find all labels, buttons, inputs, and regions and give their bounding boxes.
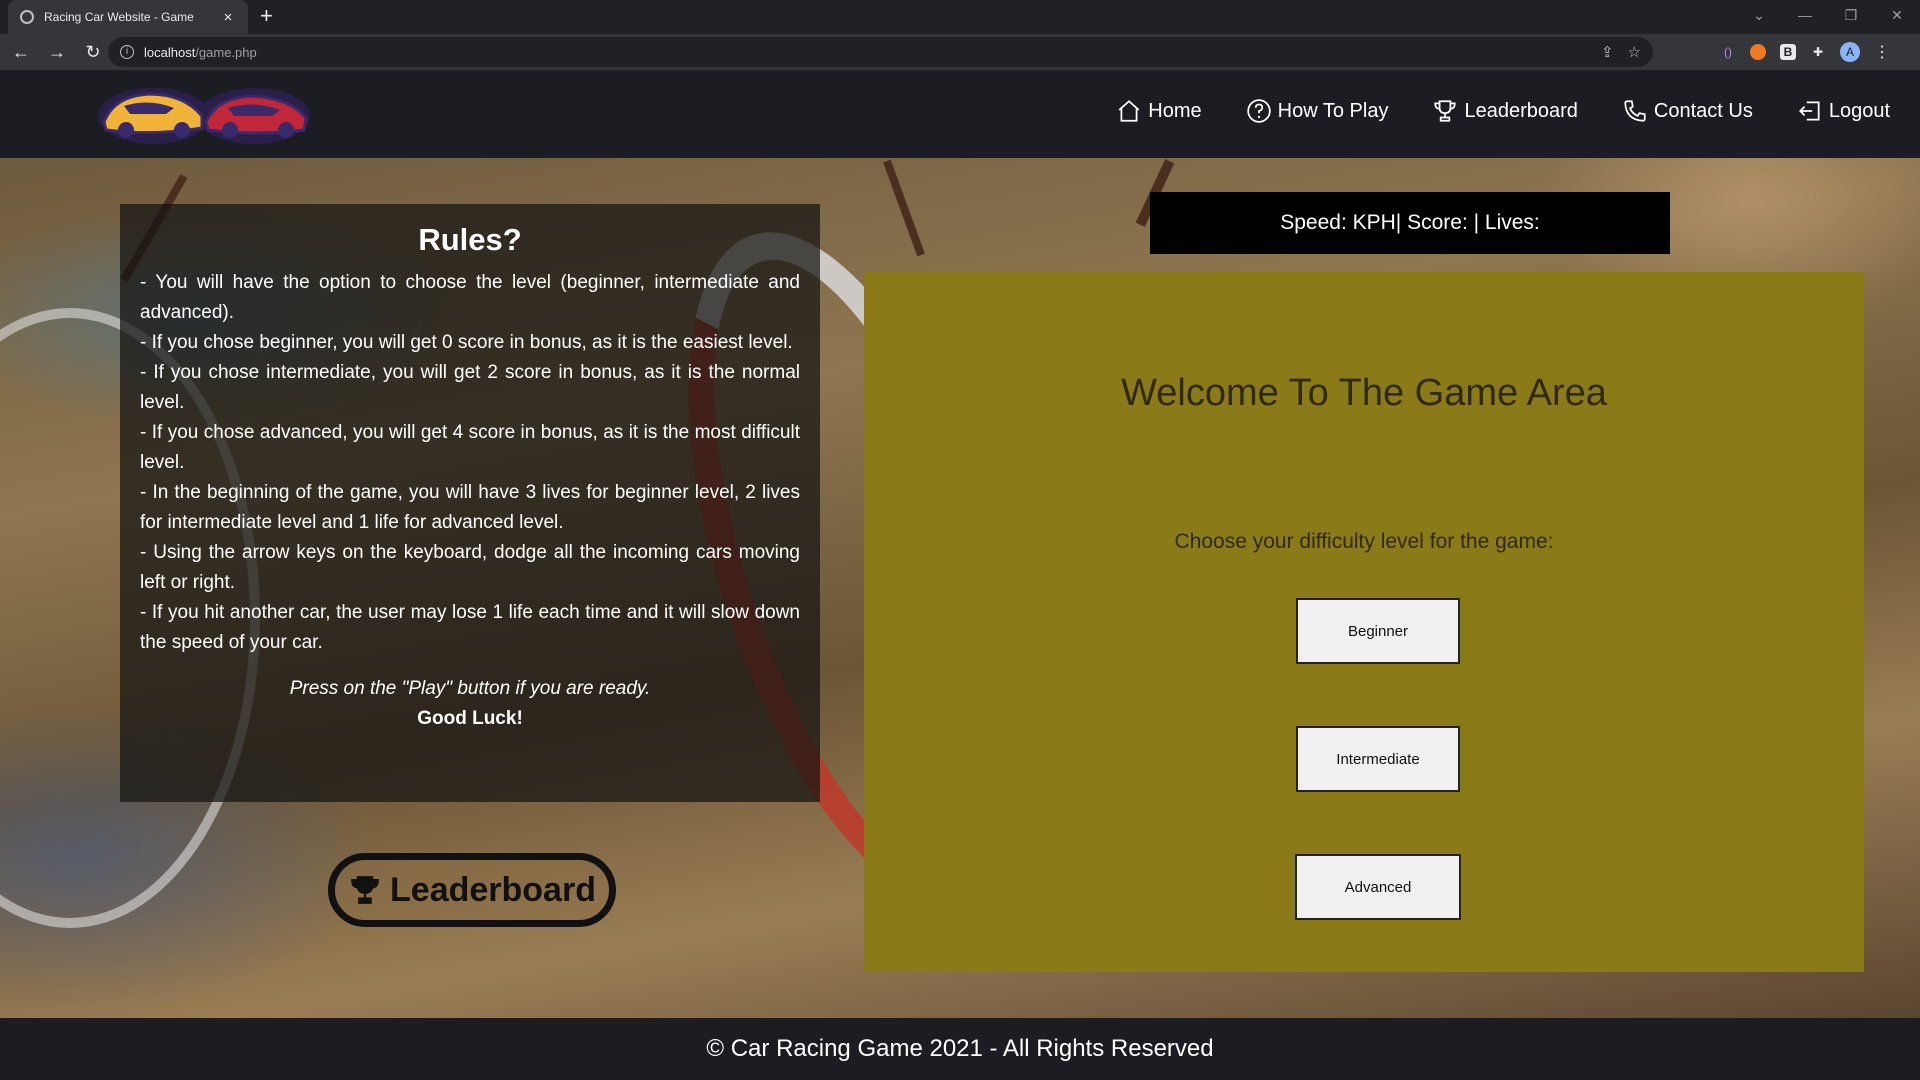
extension-brackets-icon[interactable]: () bbox=[1720, 44, 1736, 60]
background-pole bbox=[883, 159, 925, 257]
leaderboard-button[interactable]: Leaderboard bbox=[328, 853, 616, 927]
leaderboard-button-label: Leaderboard bbox=[390, 870, 596, 909]
tab-search-icon[interactable]: ⌄ bbox=[1736, 7, 1782, 24]
nav-contact-us[interactable]: Contact Us bbox=[1622, 98, 1753, 124]
back-icon[interactable]: ← bbox=[6, 42, 36, 63]
game-stats-bar: Speed: KPH| Score: | Lives: bbox=[1150, 192, 1670, 254]
game-area-title: Welcome To The Game Area bbox=[1121, 372, 1607, 414]
difficulty-prompt: Choose your difficulty level for the gam… bbox=[1174, 530, 1554, 553]
advanced-button[interactable]: Advanced bbox=[1295, 854, 1461, 920]
nav-logout-label: Logout bbox=[1828, 99, 1890, 122]
extensions-puzzle-icon[interactable]: ✚ bbox=[1810, 44, 1826, 60]
extension-fox-icon[interactable] bbox=[1750, 44, 1766, 60]
bookmark-star-icon[interactable]: ☆ bbox=[1628, 43, 1641, 61]
nav-leaderboard-label: Leaderboard bbox=[1464, 99, 1578, 122]
site-info-icon[interactable]: i bbox=[120, 45, 134, 59]
browser-toolbar: ← → ↻ i localhost /game.php ⇪ ☆ () B ✚ A… bbox=[0, 34, 1920, 70]
nav-home[interactable]: Home bbox=[1116, 98, 1202, 124]
extension-b-icon[interactable]: B bbox=[1780, 44, 1796, 60]
site-header: Home How To Play Leaderboard Contact Us … bbox=[0, 70, 1920, 158]
reload-icon[interactable]: ↻ bbox=[78, 42, 108, 63]
phone-icon bbox=[1624, 100, 1646, 122]
forward-icon[interactable]: → bbox=[42, 42, 72, 63]
rule-line: - If you chose beginner, you will get 0 … bbox=[140, 332, 793, 353]
rule-line: - In the beginning of the game, you will… bbox=[140, 482, 800, 533]
browser-menu-icon[interactable]: ⋮ bbox=[1874, 42, 1890, 62]
main-nav: Home How To Play Leaderboard Contact Us … bbox=[1116, 98, 1890, 124]
logout-icon bbox=[1798, 101, 1820, 121]
trophy-icon bbox=[351, 876, 379, 904]
nav-leaderboard[interactable]: Leaderboard bbox=[1432, 98, 1578, 124]
profile-avatar[interactable]: A bbox=[1840, 42, 1860, 62]
rules-panel: Rules? - You will have the option to cho… bbox=[120, 204, 820, 802]
game-area: Welcome To The Game Area Choose your dif… bbox=[864, 272, 1864, 972]
question-circle-icon bbox=[1246, 99, 1271, 123]
url-path: /game.php bbox=[195, 44, 257, 60]
rules-title: Rules? bbox=[418, 222, 522, 257]
address-bar[interactable]: i localhost /game.php ⇪ ☆ bbox=[108, 37, 1653, 67]
nav-contact-us-label: Contact Us bbox=[1653, 99, 1753, 122]
nav-how-to-play[interactable]: How To Play bbox=[1246, 98, 1389, 124]
nav-logout[interactable]: Logout bbox=[1797, 98, 1890, 124]
rules-good-luck: Good Luck! bbox=[417, 708, 523, 729]
window-controls: ⌄ — ❐ ✕ bbox=[1736, 0, 1920, 30]
new-tab-button[interactable]: + bbox=[260, 4, 273, 28]
trophy-icon bbox=[1434, 100, 1457, 122]
minimize-icon[interactable]: — bbox=[1782, 7, 1828, 23]
intermediate-button[interactable]: Intermediate bbox=[1296, 726, 1460, 792]
beginner-button[interactable]: Beginner bbox=[1296, 598, 1460, 664]
game-page-background: Rules? - You will have the option to cho… bbox=[0, 158, 1920, 1018]
rule-line: - Using the arrow keys on the keyboard, … bbox=[140, 542, 800, 593]
globe-icon bbox=[20, 10, 34, 24]
browser-tab[interactable]: Racing Car Website - Game × bbox=[8, 0, 248, 34]
url-host: localhost bbox=[144, 44, 196, 60]
close-window-icon[interactable]: ✕ bbox=[1874, 7, 1920, 24]
tab-close-icon[interactable]: × bbox=[220, 9, 236, 26]
rule-line: - If you chose intermediate, you will ge… bbox=[140, 362, 800, 413]
restore-icon[interactable]: ❐ bbox=[1828, 7, 1874, 24]
site-footer: © Car Racing Game 2021 - All Rights Rese… bbox=[0, 1018, 1920, 1080]
home-icon bbox=[1118, 100, 1140, 122]
rule-line: - If you chose advanced, you will get 4 … bbox=[140, 422, 800, 473]
nav-how-to-play-label: How To Play bbox=[1277, 99, 1389, 122]
rules-press-play: Press on the "Play" button if you are re… bbox=[289, 678, 651, 699]
browser-tab-bar: Racing Car Website - Game × + ⌄ — ❐ ✕ bbox=[0, 0, 1920, 34]
share-icon[interactable]: ⇪ bbox=[1601, 43, 1614, 61]
extensions-area: () B ✚ A ⋮ bbox=[1720, 42, 1890, 62]
nav-home-label: Home bbox=[1148, 99, 1202, 122]
address-bar-actions: ⇪ ☆ bbox=[1601, 43, 1641, 61]
rule-line: - If you hit another car, the user may l… bbox=[140, 602, 800, 653]
rule-line: - You will have the option to choose the… bbox=[140, 272, 800, 323]
tab-title: Racing Car Website - Game bbox=[44, 10, 194, 24]
racing-cars-logo[interactable] bbox=[94, 82, 314, 148]
